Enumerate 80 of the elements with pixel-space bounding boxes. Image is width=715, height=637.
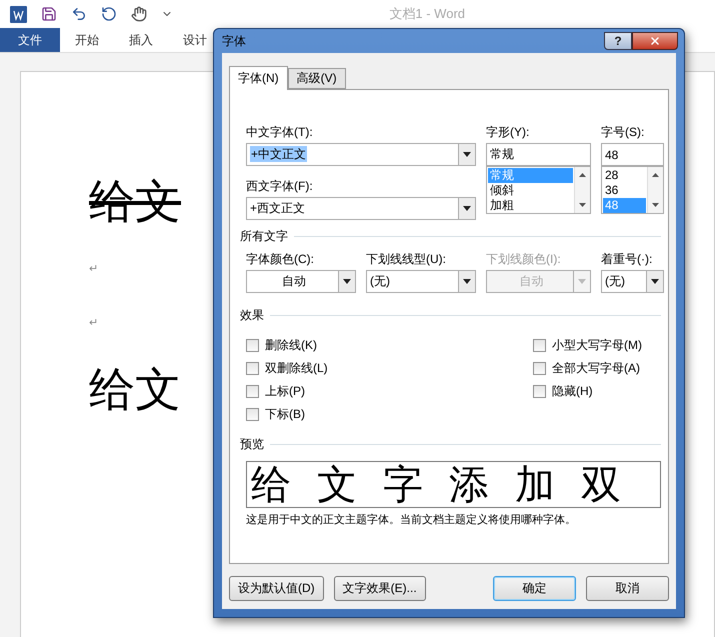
checkbox[interactable]	[533, 362, 546, 375]
ribbon-tab[interactable]: 开始	[60, 28, 114, 52]
section-heading: 预览	[240, 436, 264, 453]
close-button[interactable]	[632, 32, 678, 50]
field-label: 西文字体(F):	[246, 178, 314, 194]
checkbox-label: 下标(B)	[265, 406, 305, 423]
scrollbar[interactable]	[574, 167, 590, 213]
hand-icon[interactable]	[131, 6, 147, 22]
scroll-up-icon[interactable]	[652, 173, 659, 177]
app-icon[interactable]	[10, 6, 27, 22]
combo-box[interactable]: +中文正文	[246, 143, 476, 166]
dropdown-arrow-button[interactable]	[458, 271, 475, 292]
field-label: 字形(Y):	[486, 124, 530, 140]
checkbox-label: 隐藏(H)	[552, 383, 593, 400]
dialog-button[interactable]: 确定	[493, 576, 576, 601]
ribbon-tab[interactable]: 文件	[0, 28, 60, 52]
triangle-down-icon	[651, 279, 659, 284]
combo-box[interactable]: (无)	[366, 270, 476, 293]
list-item[interactable]: 28	[603, 168, 646, 183]
dialog-tab[interactable]: 高级(V)	[288, 68, 346, 89]
section-heading: 所有文字	[240, 228, 288, 245]
scrollbar[interactable]	[647, 167, 663, 213]
checkbox-label: 小型大写字母(M)	[552, 337, 642, 354]
undo-icon[interactable]	[71, 6, 87, 22]
document-text: 给文	[89, 175, 181, 229]
dialog-button[interactable]: 设为默认值(D)	[229, 576, 324, 601]
list-box[interactable]: 28 36 48	[601, 166, 664, 214]
scroll-down-icon[interactable]	[579, 203, 586, 207]
combo-box[interactable]: (无)	[601, 270, 664, 293]
checkbox[interactable]	[246, 339, 259, 352]
checkbox[interactable]	[533, 385, 546, 398]
combo-box[interactable]: +西文正文	[246, 197, 476, 220]
paragraph-mark: ↵	[89, 316, 100, 330]
scroll-down-icon[interactable]	[652, 203, 659, 207]
triangle-down-icon	[578, 279, 586, 284]
scroll-up-icon[interactable]	[579, 173, 586, 177]
dropdown-arrow-button[interactable]	[458, 198, 475, 219]
list-box[interactable]: 常规 倾斜 加粗	[486, 166, 591, 214]
section-heading: 效果	[240, 307, 264, 324]
checkbox-label: 全部大写字母(A)	[552, 360, 640, 377]
triangle-down-icon	[463, 279, 471, 284]
checkbox[interactable]	[246, 362, 259, 375]
input-field[interactable]: 常规	[486, 143, 591, 166]
dialog-tab[interactable]: 字体(N)	[229, 66, 288, 90]
checkbox[interactable]	[246, 385, 259, 398]
document-text: 给文	[89, 363, 181, 417]
field-label: 着重号(·):	[601, 251, 654, 267]
help-button[interactable]: ?	[604, 32, 632, 50]
dropdown-arrow-button[interactable]	[646, 271, 663, 292]
field-label: 字体颜色(C):	[246, 251, 315, 267]
list-item[interactable]: 36	[603, 183, 646, 198]
dialog-title: 字体	[222, 32, 246, 50]
dropdown-arrow-button[interactable]	[338, 271, 355, 292]
input-field[interactable]: 48	[601, 143, 664, 166]
field-label: 下划线颜色(I):	[486, 251, 562, 267]
dropdown-arrow-button[interactable]	[458, 144, 475, 165]
combo-box[interactable]: 自动	[246, 270, 356, 293]
field-label: 中文字体(T):	[246, 124, 314, 140]
dialog-button[interactable]: 文字效果(E)...	[334, 576, 426, 601]
triangle-down-icon	[463, 152, 471, 157]
checkbox-label: 双删除线(L)	[265, 360, 328, 377]
checkbox-label: 删除线(K)	[265, 337, 317, 354]
field-label: 字号(S):	[601, 124, 646, 140]
list-item[interactable]: 加粗	[488, 198, 573, 213]
paragraph-mark: ↵	[89, 262, 100, 276]
list-item[interactable]: 倾斜	[488, 183, 573, 198]
close-icon	[649, 35, 661, 47]
checkbox[interactable]	[246, 408, 259, 421]
preview-description: 这是用于中文的正文主题字体。当前文档主题定义将使用哪种字体。	[246, 512, 577, 527]
triangle-down-icon	[343, 279, 351, 284]
window-title: 文档1 - Word	[389, 5, 465, 23]
checkbox[interactable]	[533, 339, 546, 352]
checkbox-label: 上标(P)	[265, 383, 305, 400]
dialog-button[interactable]: 取消	[586, 576, 669, 601]
preview-text: 给文字添加双	[251, 462, 647, 506]
triangle-down-icon	[463, 206, 471, 211]
ribbon-tab[interactable]: 插入	[114, 28, 168, 52]
save-icon[interactable]	[41, 6, 57, 22]
field-label: 下划线线型(U):	[366, 251, 447, 267]
redo-icon[interactable]	[101, 6, 117, 22]
